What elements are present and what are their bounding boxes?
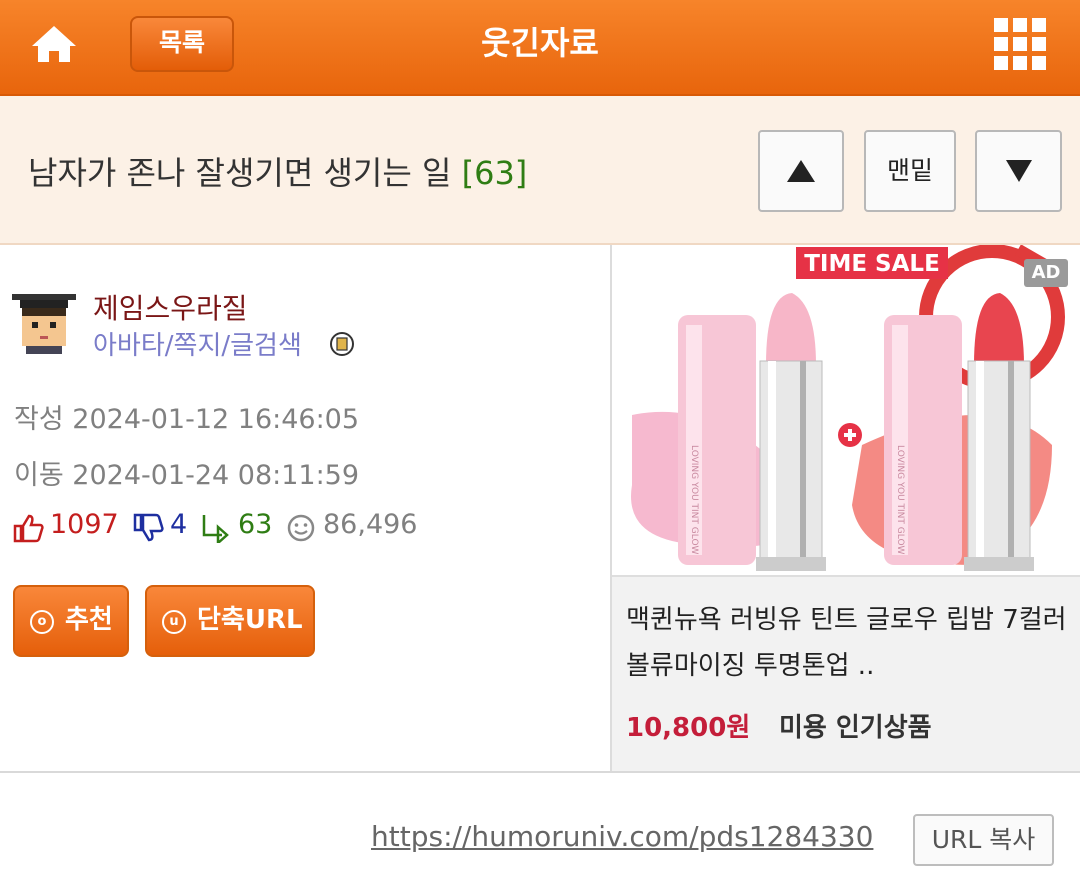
top-navigation-bar: 목록 웃긴자료 <box>0 0 1080 96</box>
copy-url-button[interactable]: URL 복사 <box>913 814 1054 866</box>
svg-text:LOVING YOU TINT GLOW: LOVING YOU TINT GLOW <box>895 445 905 555</box>
short-url-label: 단축URL <box>197 605 303 635</box>
smiley-icon <box>287 514 315 542</box>
list-button[interactable]: 목록 <box>130 16 234 72</box>
ad-category-tag: 미용 인기상품 <box>779 713 932 743</box>
short-url-button[interactable]: u 단축URL <box>145 585 315 657</box>
created-date: 작성 2024-01-12 16:46:05 <box>14 397 359 436</box>
recommend-label: 추천 <box>65 605 113 635</box>
home-icon <box>32 26 76 62</box>
post-title-text: 남자가 존나 잘생기면 생기는 일 <box>28 154 452 192</box>
thumbs-up-icon <box>13 514 44 543</box>
author-name[interactable]: 제임스우라질 <box>93 287 248 327</box>
post-title-bar: 남자가 존나 잘생기면 생기는 일 [63] 맨밑 <box>0 96 1080 245</box>
ad-product-title[interactable]: 맥퀸뉴욕 러빙유 틴트 글로우 립밤 7컬러 볼류마이징 투명톤업 .. <box>626 597 1076 689</box>
reply-arrow-icon <box>202 515 229 543</box>
svg-text:LOVING YOU TINT GLOW: LOVING YOU TINT GLOW <box>689 445 699 555</box>
view-count: 86,496 <box>323 509 418 540</box>
triangle-up-icon <box>787 160 815 182</box>
created-label: 작성 <box>14 404 64 435</box>
ad-price: 10,800원 <box>626 713 751 743</box>
moved-date: 이동 2024-01-24 08:11:59 <box>14 453 359 492</box>
post-url-link[interactable]: https://humoruniv.com/pds1284330 <box>371 820 873 853</box>
thumbs-down-icon <box>133 513 164 542</box>
reply-stat-count: 63 <box>238 509 273 540</box>
post-title: 남자가 존나 잘생기면 생기는 일 [63] <box>28 148 527 194</box>
created-value: 2024-01-12 16:46:05 <box>72 404 360 435</box>
like-count: 1097 <box>50 509 119 540</box>
author-links[interactable]: 아바타/쪽지/글검색 <box>93 325 302 362</box>
reply-count: [63] <box>461 154 528 192</box>
recommend-button[interactable]: o 추천 <box>13 585 129 657</box>
grid-menu-button[interactable] <box>990 14 1050 74</box>
dislike-count: 4 <box>170 509 188 540</box>
ad-panel[interactable]: TIME SALE LOVING YOU TINT GLOW LOVING YO… <box>612 245 1080 771</box>
ad-separator <box>612 575 1080 577</box>
moved-label: 이동 <box>14 460 64 491</box>
scroll-down-button[interactable] <box>975 130 1062 212</box>
recommend-circle-icon: o <box>30 610 54 634</box>
moved-value: 2024-01-24 08:11:59 <box>72 460 360 491</box>
ad-mark-badge: AD <box>1024 259 1068 287</box>
url-circle-icon: u <box>162 610 186 634</box>
scroll-up-button[interactable] <box>758 130 844 212</box>
ad-product-image[interactable]: TIME SALE LOVING YOU TINT GLOW LOVING YO… <box>612 245 1080 575</box>
avatar[interactable] <box>12 290 76 354</box>
home-button[interactable] <box>28 18 80 70</box>
author-panel: 제임스우라질 아바타/쪽지/글검색 작성 2024-01-12 16:46:05… <box>0 245 610 771</box>
member-badge-icon <box>330 332 354 356</box>
triangle-down-icon <box>1006 160 1032 182</box>
lipstick-product-illustration: TIME SALE LOVING YOU TINT GLOW LOVING YO… <box>631 245 1065 571</box>
section-divider <box>0 771 1080 773</box>
time-sale-text: TIME SALE <box>804 251 940 277</box>
go-bottom-button[interactable]: 맨밑 <box>864 130 956 212</box>
